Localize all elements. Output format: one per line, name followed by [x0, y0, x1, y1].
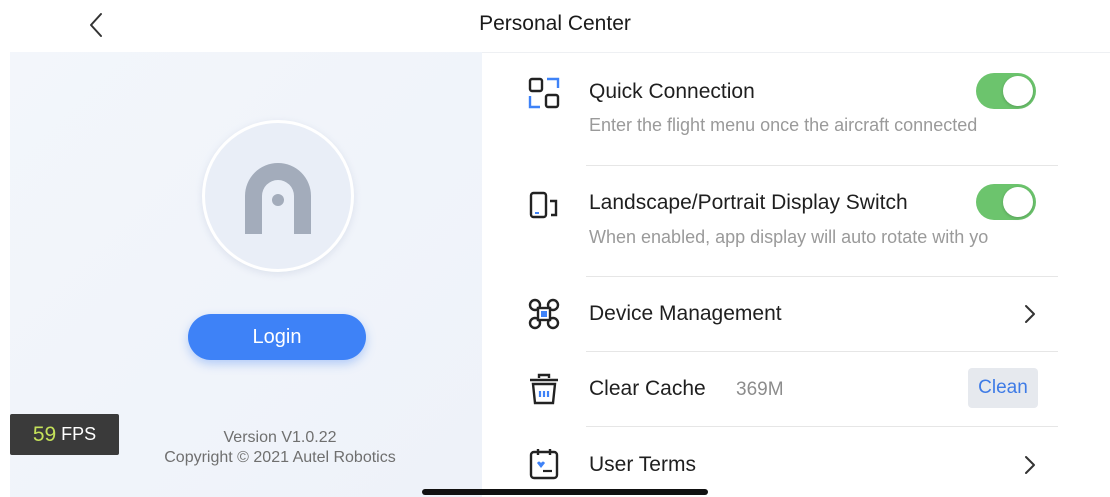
drone-icon: [526, 296, 562, 332]
copyright-text: Copyright © 2021 Autel Robotics: [164, 449, 396, 466]
toggle-knob: [1003, 76, 1033, 106]
avatar[interactable]: [202, 120, 354, 272]
setting-title: Clear Cache: [589, 377, 706, 400]
setting-user-terms[interactable]: User Terms: [482, 427, 1110, 497]
quick-connect-icon: [526, 75, 562, 111]
setting-title: Landscape/Portrait Display Switch: [589, 191, 908, 214]
home-indicator[interactable]: [422, 489, 708, 495]
fps-counter: 59 FPS: [10, 414, 119, 455]
rotate-device-icon: [526, 187, 562, 223]
autel-logo-icon: [245, 163, 311, 234]
setting-title: Device Management: [589, 302, 782, 325]
setting-clear-cache: Clear Cache 369M Clean: [482, 352, 1110, 426]
document-icon: [526, 446, 562, 482]
version-text: Version V1.0.22: [223, 429, 337, 446]
clean-cache-button[interactable]: Clean: [968, 368, 1038, 408]
login-button[interactable]: Login: [188, 314, 366, 360]
settings-list: Quick Connection Enter the flight menu o…: [482, 52, 1110, 497]
quick-connection-toggle[interactable]: [976, 73, 1036, 109]
version-info: Version V1.0.22 Copyright © 2021 Autel R…: [144, 428, 416, 468]
setting-subtitle: Enter the flight menu once the aircraft …: [589, 115, 978, 135]
header-bar: Personal Center: [0, 0, 1110, 52]
chevron-right-icon: [1020, 302, 1040, 326]
setting-title: Quick Connection: [589, 80, 755, 103]
chevron-right-icon: [1020, 453, 1040, 477]
setting-display-switch: Landscape/Portrait Display Switch When e…: [482, 166, 1110, 276]
setting-title: User Terms: [589, 453, 696, 476]
display-switch-toggle[interactable]: [976, 184, 1036, 220]
page-title: Personal Center: [479, 12, 631, 35]
fps-value: 59: [32, 422, 57, 446]
setting-device-management[interactable]: Device Management: [482, 277, 1110, 351]
setting-subtitle: When enabled, app display will auto rota…: [589, 227, 989, 247]
setting-quick-connection: Quick Connection Enter the flight menu o…: [482, 53, 1110, 165]
trash-icon: [526, 371, 562, 407]
toggle-knob: [1003, 187, 1033, 217]
fps-unit: FPS: [61, 424, 97, 444]
cache-size-value: 369M: [736, 379, 784, 400]
